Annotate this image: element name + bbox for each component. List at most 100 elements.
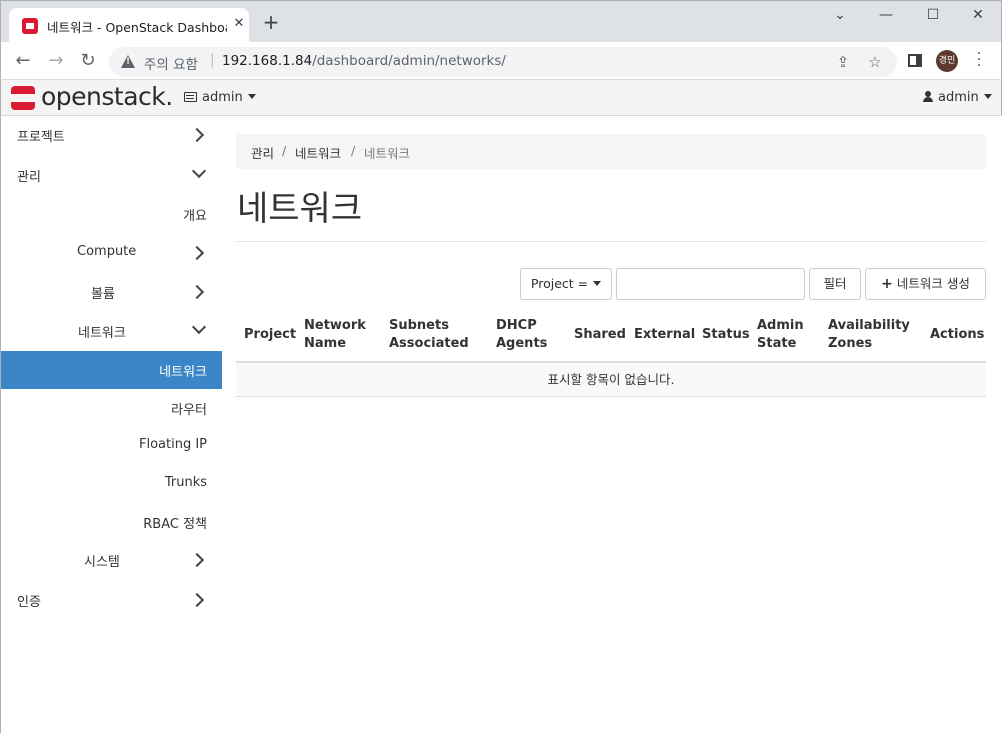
- column-header-text: Availability: [828, 318, 910, 333]
- chevron-right-icon: [189, 284, 205, 300]
- sidebar-item-label: RBAC 정책: [143, 517, 207, 532]
- column-header-status[interactable]: Status: [702, 326, 750, 344]
- chevron-down-icon: [191, 319, 207, 335]
- more-menu-icon[interactable]: · · ·: [976, 47, 982, 73]
- chevron-right-icon: [189, 552, 205, 568]
- sidebar-item-networks[interactable]: 네트워크: [1, 351, 222, 389]
- user-icon: [923, 91, 933, 102]
- breadcrumb-item[interactable]: 관리: [251, 143, 274, 162]
- sidebar-item-network-group[interactable]: 네트워크: [1, 312, 222, 350]
- bookmark-star-icon[interactable]: ☆: [866, 53, 884, 71]
- column-header-text: Shared: [574, 327, 626, 342]
- sidebar-item-rbac[interactable]: RBAC 정책: [1, 503, 222, 541]
- column-header-text: Zones: [828, 336, 873, 351]
- column-header-network-name[interactable]: Network Name: [304, 317, 366, 353]
- column-header-availability-zones[interactable]: Availability Zones: [828, 317, 910, 353]
- column-header-text: Associated: [389, 336, 469, 351]
- sidebar-item-project[interactable]: 프로젝트: [1, 116, 222, 154]
- sidebar-item-system[interactable]: 시스템: [1, 541, 222, 579]
- user-menu[interactable]: admin: [923, 90, 992, 105]
- breadcrumb-item[interactable]: 네트워크: [295, 143, 341, 162]
- sidebar-item-label: Compute: [77, 244, 137, 259]
- sidebar-item-label: 라우터: [171, 403, 207, 418]
- tab-search-icon[interactable]: ⌄: [828, 7, 852, 27]
- browser-tab[interactable]: 네트워크 - OpenStack Dashboard ✕: [9, 8, 249, 43]
- back-arrow-icon[interactable]: ←: [13, 51, 33, 71]
- filter-input[interactable]: [616, 268, 805, 300]
- column-header-text: Subnets: [389, 318, 449, 333]
- sidebar-item-floating-ip[interactable]: Floating IP: [1, 427, 222, 465]
- sidebar-item-label: 네트워크: [159, 365, 207, 380]
- user-name: admin: [938, 90, 979, 105]
- logo-text: openstack.: [41, 82, 173, 111]
- create-network-button[interactable]: + 네트워크 생성: [865, 268, 986, 300]
- sidebar-item-label: 네트워크: [78, 326, 126, 341]
- sidebar-item-volumes[interactable]: 볼륨: [1, 273, 222, 311]
- page-title: 네트워크: [237, 189, 363, 229]
- column-header-subnets[interactable]: Subnets Associated: [389, 317, 469, 353]
- column-header-text: Project: [244, 327, 297, 342]
- url-path: /dashboard/admin/networks/: [312, 53, 506, 69]
- create-network-label: 네트워크 생성: [896, 276, 970, 291]
- column-header-text: Status: [702, 327, 750, 342]
- project-name: admin: [202, 90, 243, 105]
- forward-arrow-icon[interactable]: →: [46, 51, 66, 71]
- sidebar-item-compute[interactable]: Compute: [1, 234, 222, 272]
- breadcrumb-separator: /: [351, 143, 356, 158]
- title-divider: [236, 241, 986, 242]
- column-header-text: External: [634, 327, 696, 342]
- reload-icon[interactable]: ↻: [78, 51, 98, 71]
- caret-down-icon: [983, 94, 992, 99]
- chevron-right-icon: [189, 592, 205, 608]
- sidebar-nav: 프로젝트 관리 개요 Compute 볼륨 네트워크 네트워크 라우터 Floa…: [0, 116, 222, 733]
- profile-avatar[interactable]: 경민: [936, 50, 958, 72]
- sidebar-item-admin[interactable]: 관리: [1, 156, 222, 194]
- sidebar-item-label: 시스템: [84, 555, 120, 570]
- sidebar-item-label: 개요: [183, 209, 207, 224]
- column-header-text: Actions: [930, 327, 985, 342]
- close-tab-icon[interactable]: ✕: [231, 16, 247, 32]
- column-header-admin-state[interactable]: Admin State: [757, 317, 804, 353]
- caret-down-icon: [593, 281, 602, 286]
- project-selector[interactable]: admin: [184, 90, 256, 105]
- sidebar-item-routers[interactable]: 라우터: [1, 389, 222, 427]
- sidebar-item-label: 관리: [17, 170, 41, 185]
- side-panel-icon[interactable]: [908, 54, 922, 67]
- url-text[interactable]: 192.168.1.84/dashboard/admin/networks/: [222, 53, 506, 69]
- filter-button-label: 필터: [823, 276, 847, 291]
- sidebar-item-overview[interactable]: 개요: [1, 195, 222, 233]
- breadcrumb: 관리 / 네트워크 / 네트워크: [236, 134, 986, 169]
- address-bar[interactable]: 주의 요함 | 192.168.1.84/dashboard/admin/net…: [109, 47, 897, 77]
- column-header-project[interactable]: Project: [244, 326, 296, 344]
- sidebar-item-identity[interactable]: 인증: [1, 581, 222, 619]
- warning-icon[interactable]: [121, 55, 135, 68]
- filter-field-select[interactable]: Project =: [520, 268, 612, 300]
- openstack-logo-icon: [11, 86, 35, 110]
- chevron-right-icon: [189, 245, 205, 261]
- maximize-button[interactable]: ☐: [921, 7, 945, 27]
- new-tab-button[interactable]: +: [261, 12, 281, 32]
- column-header-dhcp-agents[interactable]: DHCP Agents: [496, 317, 547, 353]
- filter-field-label: Project =: [530, 276, 589, 291]
- openstack-favicon-icon: [22, 18, 38, 34]
- empty-table-message: 표시할 항목이 없습니다.: [236, 363, 986, 397]
- sidebar-item-label: 프로젝트: [17, 130, 65, 145]
- security-warning-text[interactable]: 주의 요함: [144, 53, 198, 73]
- close-window-button[interactable]: ✕: [966, 7, 990, 27]
- column-header-text: Agents: [496, 336, 548, 351]
- column-header-external[interactable]: External: [634, 326, 695, 344]
- url-host: 192.168.1.84: [222, 53, 313, 69]
- chevron-down-icon: [191, 163, 207, 179]
- column-header-text: Admin: [757, 318, 804, 333]
- chevron-right-icon: [189, 127, 205, 143]
- minimize-button[interactable]: —: [874, 7, 898, 27]
- browser-tab-bar: 네트워크 - OpenStack Dashboard ✕ + ⌄ — ☐ ✕: [0, 0, 1002, 43]
- project-icon: [184, 92, 197, 102]
- sidebar-item-label: 볼륨: [91, 287, 115, 302]
- sidebar-item-trunks[interactable]: Trunks: [1, 465, 222, 503]
- column-header-shared[interactable]: Shared: [574, 326, 626, 344]
- url-separator: |: [210, 52, 215, 68]
- column-header-text: Network: [304, 318, 366, 333]
- filter-button[interactable]: 필터: [809, 268, 861, 300]
- share-icon[interactable]: ⇪: [834, 53, 852, 71]
